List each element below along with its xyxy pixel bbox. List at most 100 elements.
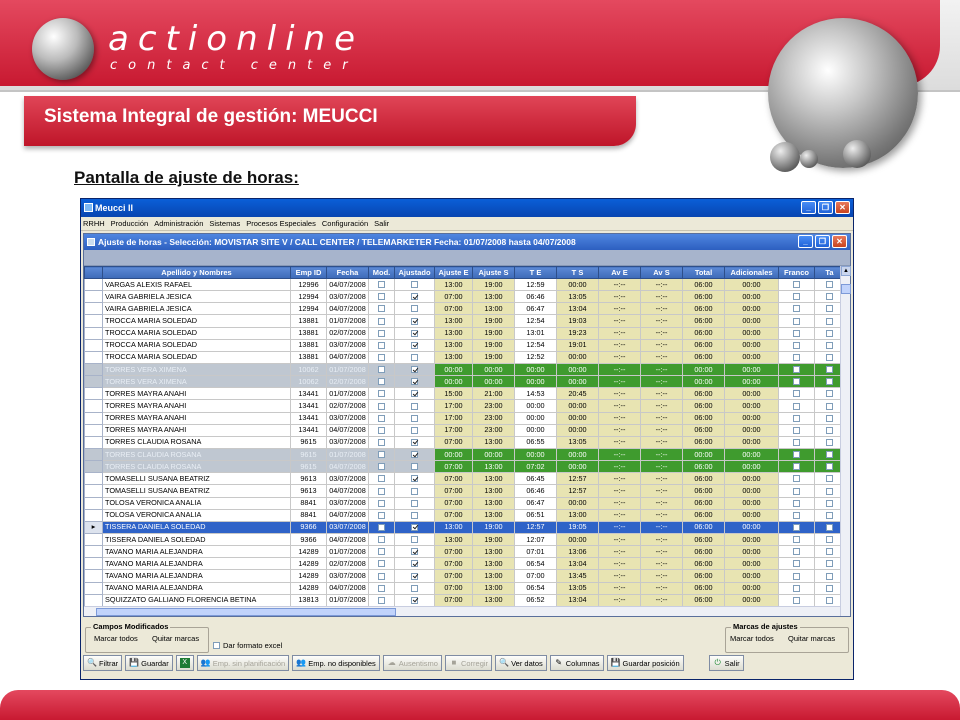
table-row[interactable]: TAVANO MARIA ALEJANDRA 14289 04/07/2008 07:… — [84, 581, 845, 595]
cell-ts[interactable]: 00:00 — [556, 447, 599, 462]
cell-te[interactable]: 00:00 — [514, 423, 557, 437]
checkbox[interactable] — [793, 584, 800, 592]
cell-name[interactable]: TOMASELLI SUSANA BEATRIZ — [102, 472, 291, 486]
cell-fecha[interactable]: 04/07/2008 — [326, 460, 369, 474]
cell-id[interactable]: 13881 — [290, 350, 327, 364]
checkbox[interactable] — [411, 305, 418, 313]
cell-te[interactable]: 00:00 — [514, 447, 557, 462]
checkbox[interactable] — [378, 366, 385, 374]
marcas-marcar-todos-link[interactable]: Marcar todos — [730, 634, 774, 643]
cell-aj[interactable] — [394, 375, 435, 389]
cell-id[interactable]: 9615 — [290, 460, 327, 474]
checkbox[interactable] — [826, 536, 833, 544]
cell-as[interactable]: 19:00 — [472, 314, 515, 328]
menu-administracion[interactable]: Administración — [154, 219, 203, 228]
cell-mod[interactable] — [368, 593, 395, 607]
checkbox[interactable] — [826, 426, 833, 434]
cell-fecha[interactable]: 04/07/2008 — [326, 302, 369, 316]
cell-avs[interactable]: --:-- — [640, 350, 683, 364]
salir-button[interactable]: ⏻ Salir — [708, 655, 744, 671]
checkbox[interactable] — [378, 378, 385, 386]
cell-franco[interactable] — [778, 302, 815, 316]
checkbox[interactable] — [793, 487, 800, 495]
cell-as[interactable]: 13:00 — [472, 484, 515, 498]
checkbox[interactable] — [826, 463, 833, 471]
checkbox[interactable] — [378, 487, 385, 495]
cell-aj[interactable] — [394, 411, 435, 425]
cell-ae[interactable]: 07:00 — [434, 569, 473, 583]
checkbox[interactable] — [411, 378, 418, 386]
cell-ts[interactable]: 00:00 — [556, 350, 599, 364]
cell-name[interactable]: TORRES CLAUDIA ROSANA — [102, 435, 291, 449]
checkbox[interactable] — [793, 329, 800, 337]
checkbox[interactable] — [411, 281, 418, 289]
cell-ave[interactable]: --:-- — [598, 290, 641, 304]
checkbox[interactable] — [411, 414, 418, 422]
cell-as[interactable]: 23:00 — [472, 399, 515, 413]
checkbox[interactable] — [793, 378, 800, 386]
cell-ae[interactable]: 13:00 — [434, 277, 473, 292]
cell-as[interactable]: 13:00 — [472, 508, 515, 522]
cell-ae[interactable]: 07:00 — [434, 290, 473, 304]
checkbox[interactable] — [378, 317, 385, 325]
checkbox[interactable] — [411, 293, 418, 301]
checkbox[interactable] — [411, 536, 418, 544]
cell-franco[interactable] — [778, 472, 815, 486]
cell-id[interactable]: 12994 — [290, 290, 327, 304]
marcas-quitar-marcas-link[interactable]: Quitar marcas — [788, 634, 835, 643]
row-header[interactable] — [84, 532, 103, 547]
child-minimize-button[interactable]: _ — [798, 235, 813, 248]
table-row[interactable]: TORRES MAYRA ANAHI 13441 04/07/2008 17:00 23… — [84, 423, 845, 437]
row-header[interactable]: ▸ — [84, 520, 103, 534]
cell-name[interactable]: TOLOSA VERONICA ANALIA — [102, 508, 291, 522]
column-header[interactable]: Ajuste E — [434, 266, 473, 279]
cell-id[interactable]: 13813 — [290, 593, 327, 607]
cell-name[interactable]: TOMASELLI SUSANA BEATRIZ — [102, 484, 291, 498]
checkbox[interactable] — [826, 414, 833, 422]
emp-sin-planificacion-button[interactable]: 👥 Emp. sin planificación — [196, 655, 290, 671]
cell-total[interactable]: 06:00 — [682, 484, 725, 498]
cell-avs[interactable]: --:-- — [640, 593, 683, 607]
checkbox[interactable] — [378, 511, 385, 519]
checkbox[interactable] — [793, 317, 800, 325]
cell-mod[interactable] — [368, 435, 395, 449]
cell-ts[interactable]: 13:04 — [556, 557, 599, 571]
checkbox[interactable] — [826, 487, 833, 495]
cell-name[interactable]: TORRES MAYRA ANAHI — [102, 423, 291, 437]
cell-ave[interactable]: --:-- — [598, 532, 641, 547]
menu-produccion[interactable]: Producción — [111, 219, 149, 228]
cell-te[interactable]: 00:00 — [514, 411, 557, 425]
cell-avs[interactable]: --:-- — [640, 581, 683, 595]
row-header[interactable] — [84, 593, 103, 607]
cell-ae[interactable]: 07:00 — [434, 581, 473, 595]
cell-as[interactable]: 19:00 — [472, 338, 515, 352]
cell-fecha[interactable]: 01/07/2008 — [326, 447, 369, 462]
cell-franco[interactable] — [778, 569, 815, 583]
cell-adic[interactable]: 00:00 — [724, 375, 779, 389]
cell-as[interactable]: 13:00 — [472, 290, 515, 304]
checkbox[interactable] — [826, 353, 833, 361]
scroll-thumb[interactable] — [841, 284, 851, 294]
checkbox[interactable] — [378, 451, 385, 459]
cell-mod[interactable] — [368, 302, 395, 316]
cell-ts[interactable]: 13:04 — [556, 593, 599, 607]
cell-ave[interactable]: --:-- — [598, 387, 641, 401]
cell-aj[interactable] — [394, 593, 435, 607]
cell-avs[interactable]: --:-- — [640, 277, 683, 292]
cell-te[interactable]: 00:00 — [514, 362, 557, 377]
cell-adic[interactable]: 00:00 — [724, 569, 779, 583]
child-close-button[interactable]: ✕ — [832, 235, 847, 248]
checkbox[interactable] — [793, 596, 800, 604]
checkbox[interactable] — [793, 536, 800, 544]
cell-total[interactable]: 06:00 — [682, 508, 725, 522]
cell-as[interactable]: 19:00 — [472, 350, 515, 364]
checkbox[interactable] — [411, 487, 418, 495]
cell-fecha[interactable]: 02/07/2008 — [326, 557, 369, 571]
cell-franco[interactable] — [778, 350, 815, 364]
checkbox[interactable] — [826, 402, 833, 410]
row-header[interactable] — [84, 290, 103, 304]
row-header[interactable] — [84, 350, 103, 364]
checkbox[interactable] — [793, 548, 800, 556]
cell-ts[interactable]: 00:00 — [556, 496, 599, 510]
cell-as[interactable]: 00:00 — [472, 362, 515, 377]
